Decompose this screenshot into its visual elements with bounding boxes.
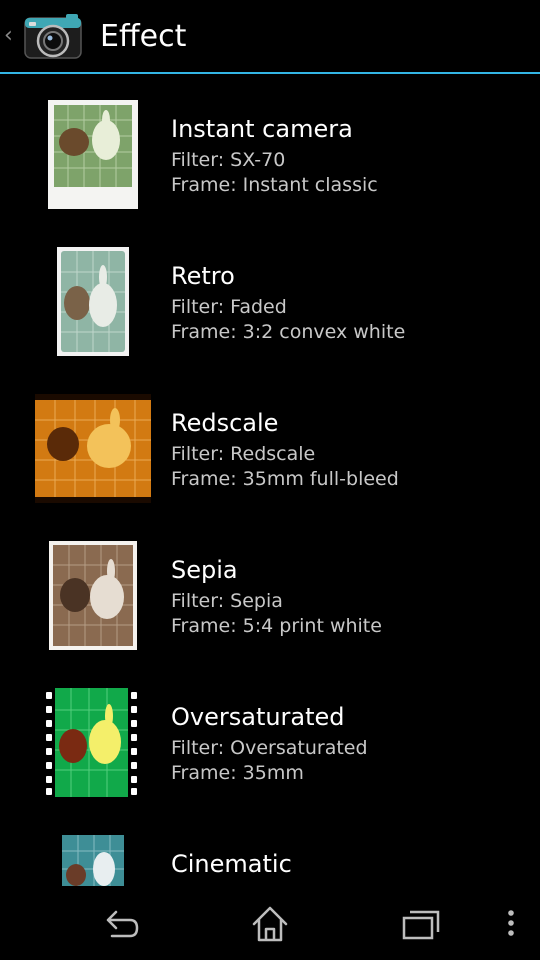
list-item-retro[interactable]: Retro Filter: Faded Frame: 3:2 convex wh… (0, 221, 540, 368)
redscale-thumbnail (33, 394, 153, 503)
cinematic-thumbnail (62, 835, 124, 886)
effect-name: Sepia (171, 556, 238, 584)
page-title: Effect (100, 19, 187, 54)
effect-frame: Frame: Instant classic (171, 174, 378, 196)
list-item-redscale[interactable]: Redscale Filter: Redscale Frame: 35mm fu… (0, 368, 540, 515)
sepia-thumbnail (49, 541, 137, 650)
camera-app-icon (24, 14, 82, 59)
effect-name: Instant camera (171, 115, 353, 143)
effect-name: Cinematic (171, 850, 292, 878)
action-bar: ‹ Effect (0, 0, 540, 74)
effect-name: Redscale (171, 409, 279, 437)
overflow-menu-icon[interactable] (482, 898, 540, 948)
oversaturated-thumbnail (43, 688, 140, 797)
instant-camera-thumbnail (48, 100, 138, 209)
home-icon[interactable] (240, 898, 300, 948)
effect-filter: Filter: Sepia (171, 590, 283, 612)
navigation-bar (0, 886, 540, 960)
effect-filter: Filter: Oversaturated (171, 737, 368, 759)
effect-frame: Frame: 5:4 print white (171, 615, 382, 637)
effect-frame: Frame: 3:2 convex white (171, 321, 406, 343)
recent-apps-icon[interactable] (390, 898, 450, 948)
effects-list[interactable]: Instant camera Filter: SX-70 Frame: Inst… (0, 74, 540, 886)
back-icon[interactable] (90, 898, 150, 948)
effect-frame: Frame: 35mm full-bleed (171, 468, 399, 490)
effect-filter: Filter: Faded (171, 296, 287, 318)
retro-thumbnail (57, 247, 129, 356)
effect-filter: Filter: SX-70 (171, 149, 286, 171)
effect-name: Oversaturated (171, 703, 345, 731)
effect-filter: Filter: Redscale (171, 443, 316, 465)
back-caret-icon: ‹ (4, 23, 13, 48)
effect-name: Retro (171, 262, 235, 290)
list-item-instant-camera[interactable]: Instant camera Filter: SX-70 Frame: Inst… (0, 74, 540, 221)
up-button[interactable]: ‹ (0, 0, 92, 72)
list-item-cinematic[interactable]: Cinematic (0, 809, 540, 886)
list-item-sepia[interactable]: Sepia Filter: Sepia Frame: 5:4 print whi… (0, 515, 540, 662)
effect-frame: Frame: 35mm (171, 762, 304, 784)
list-item-oversaturated[interactable]: Oversaturated Filter: Oversaturated Fram… (0, 662, 540, 809)
